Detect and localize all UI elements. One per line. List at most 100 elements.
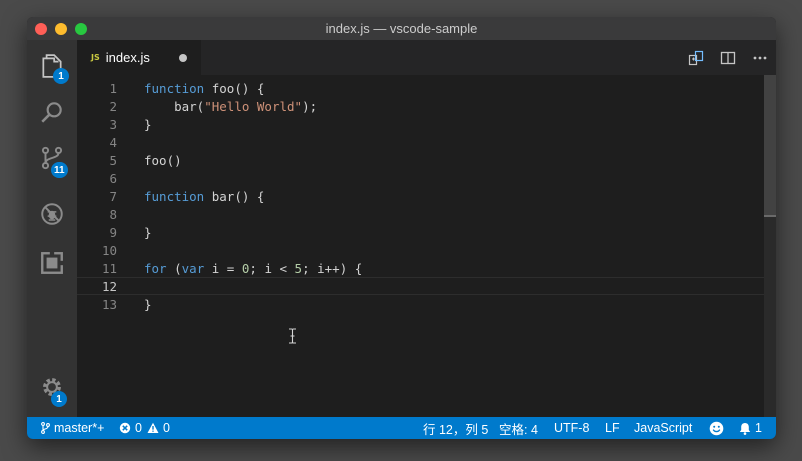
tab-index-js[interactable]: JS index.js (77, 40, 201, 75)
line-text: function foo() { (144, 81, 264, 96)
number-token: 5 (294, 260, 303, 276)
eol-status[interactable]: LF (605, 417, 620, 439)
vscode-window: index.js — vscode-sample 1 11 1 JS index… (27, 17, 776, 439)
code-token: ); (302, 98, 318, 114)
editor-area: JS index.js 1 function foo() {2 bar("He… (77, 40, 776, 417)
cursor-position-status[interactable]: 行 12，列 5 (423, 417, 488, 439)
extensions-icon (41, 251, 64, 274)
keyword-token: function (144, 80, 205, 96)
javascript-file-icon: JS (91, 53, 100, 62)
debug-icon (41, 203, 63, 225)
keyword-token: for (144, 260, 167, 276)
code-token: ( (166, 260, 182, 276)
line-number: 7 (109, 188, 117, 204)
code-line: 6 (77, 169, 764, 187)
more-icon (753, 56, 767, 59)
source-control-badge: 11 (51, 162, 68, 178)
extensions-button[interactable] (27, 243, 77, 283)
line-text: bar("Hello World"); (144, 99, 317, 114)
code-token: i = (204, 260, 242, 276)
code-token: ; i++) { (302, 260, 363, 276)
text-cursor-icon (289, 328, 296, 344)
indentation-status[interactable]: 空格: 4 (499, 417, 538, 439)
line-text: for (var i = 0; i < 5; i++) { (144, 261, 362, 276)
code-line: 11 for (var i = 0; i < 5; i++) { (77, 259, 764, 277)
window-title: index.js — vscode-sample (325, 21, 478, 36)
search-button[interactable] (27, 92, 77, 132)
code-token: bar( (144, 98, 205, 114)
encoding-status[interactable]: UTF-8 (554, 417, 589, 439)
minimize-window-button[interactable] (55, 23, 67, 35)
code-line: 2 bar("Hello World"); (77, 97, 764, 115)
problems-status[interactable]: 0 0 (119, 417, 170, 439)
line-text: function bar() { (144, 189, 264, 204)
explorer-button[interactable]: 1 (27, 46, 77, 86)
more-actions-button[interactable] (744, 40, 776, 75)
code-token: bar() { (204, 188, 265, 204)
title-bar: index.js — vscode-sample (27, 17, 776, 40)
code-line: 4 (77, 133, 764, 151)
line-number: 2 (109, 98, 117, 114)
source-control-button[interactable]: 11 (27, 138, 77, 178)
maximize-window-button[interactable] (75, 23, 87, 35)
status-bar: master*+ 0 0 行 12，列 5 空格: 4 UTF-8 LF Jav… (27, 417, 776, 439)
error-icon (119, 422, 131, 434)
line-number: 1 (109, 80, 117, 96)
code-line: 7 function bar() { (77, 187, 764, 205)
warning-count: 0 (162, 421, 170, 435)
line-number: 9 (109, 224, 117, 240)
open-changes-button[interactable] (680, 40, 712, 75)
bell-icon (739, 422, 751, 435)
vertical-scrollbar[interactable] (764, 75, 776, 417)
tab-label: index.js (105, 50, 150, 65)
code-line: 13 } (77, 295, 764, 313)
code-line: 8 (77, 205, 764, 223)
notification-count: 1 (755, 421, 762, 435)
keyword-token: var (181, 260, 205, 276)
line-number: 8 (109, 206, 117, 222)
error-count: 0 (135, 421, 142, 435)
editor-actions (680, 40, 776, 75)
line-text: } (144, 224, 152, 240)
notifications-status[interactable]: 1 (739, 417, 762, 439)
line-number: 12 (101, 278, 117, 294)
smiley-icon (709, 421, 724, 435)
split-editor-icon (720, 51, 736, 64)
line-number: 3 (109, 116, 117, 132)
code-line: 10 (77, 241, 764, 259)
string-token: "Hello World" (204, 98, 303, 114)
line-number: 10 (101, 242, 117, 258)
line-text: } (144, 296, 152, 312)
code-line-current: 12 (77, 277, 764, 295)
line-number: 4 (109, 134, 117, 150)
search-icon (41, 102, 62, 123)
line-number: 6 (109, 170, 117, 186)
branch-status[interactable]: master*+ (41, 417, 104, 439)
scrollbar-thumb[interactable] (764, 75, 776, 215)
line-number: 5 (109, 152, 117, 168)
warning-icon (147, 422, 159, 433)
split-editor-button[interactable] (712, 40, 744, 75)
code-line: 5 foo() (77, 151, 764, 169)
code-line: 3 } (77, 115, 764, 133)
debug-button[interactable] (27, 194, 77, 234)
unsaved-dot-icon[interactable] (179, 54, 187, 62)
cursor-position-marker (764, 215, 776, 217)
compare-changes-icon (688, 50, 704, 65)
language-mode-status[interactable]: JavaScript (634, 417, 692, 439)
keyword-token: function (144, 188, 205, 204)
code-line: 1 function foo() { (77, 79, 764, 97)
code-line: 9 } (77, 223, 764, 241)
line-text: foo() (144, 152, 182, 168)
code-editor[interactable]: 1 function foo() { 2 bar("Hello World");… (77, 75, 776, 417)
line-number: 13 (101, 296, 117, 312)
feedback-button[interactable] (709, 417, 728, 439)
close-window-button[interactable] (35, 23, 47, 35)
settings-badge: 1 (51, 391, 67, 407)
code-token: foo() { (204, 80, 265, 96)
branch-icon (41, 422, 50, 434)
tab-bar: JS index.js (77, 40, 776, 75)
code-token: ; i < (249, 260, 295, 276)
settings-button[interactable]: 1 (27, 367, 77, 407)
activity-bar: 1 11 1 (27, 40, 77, 417)
